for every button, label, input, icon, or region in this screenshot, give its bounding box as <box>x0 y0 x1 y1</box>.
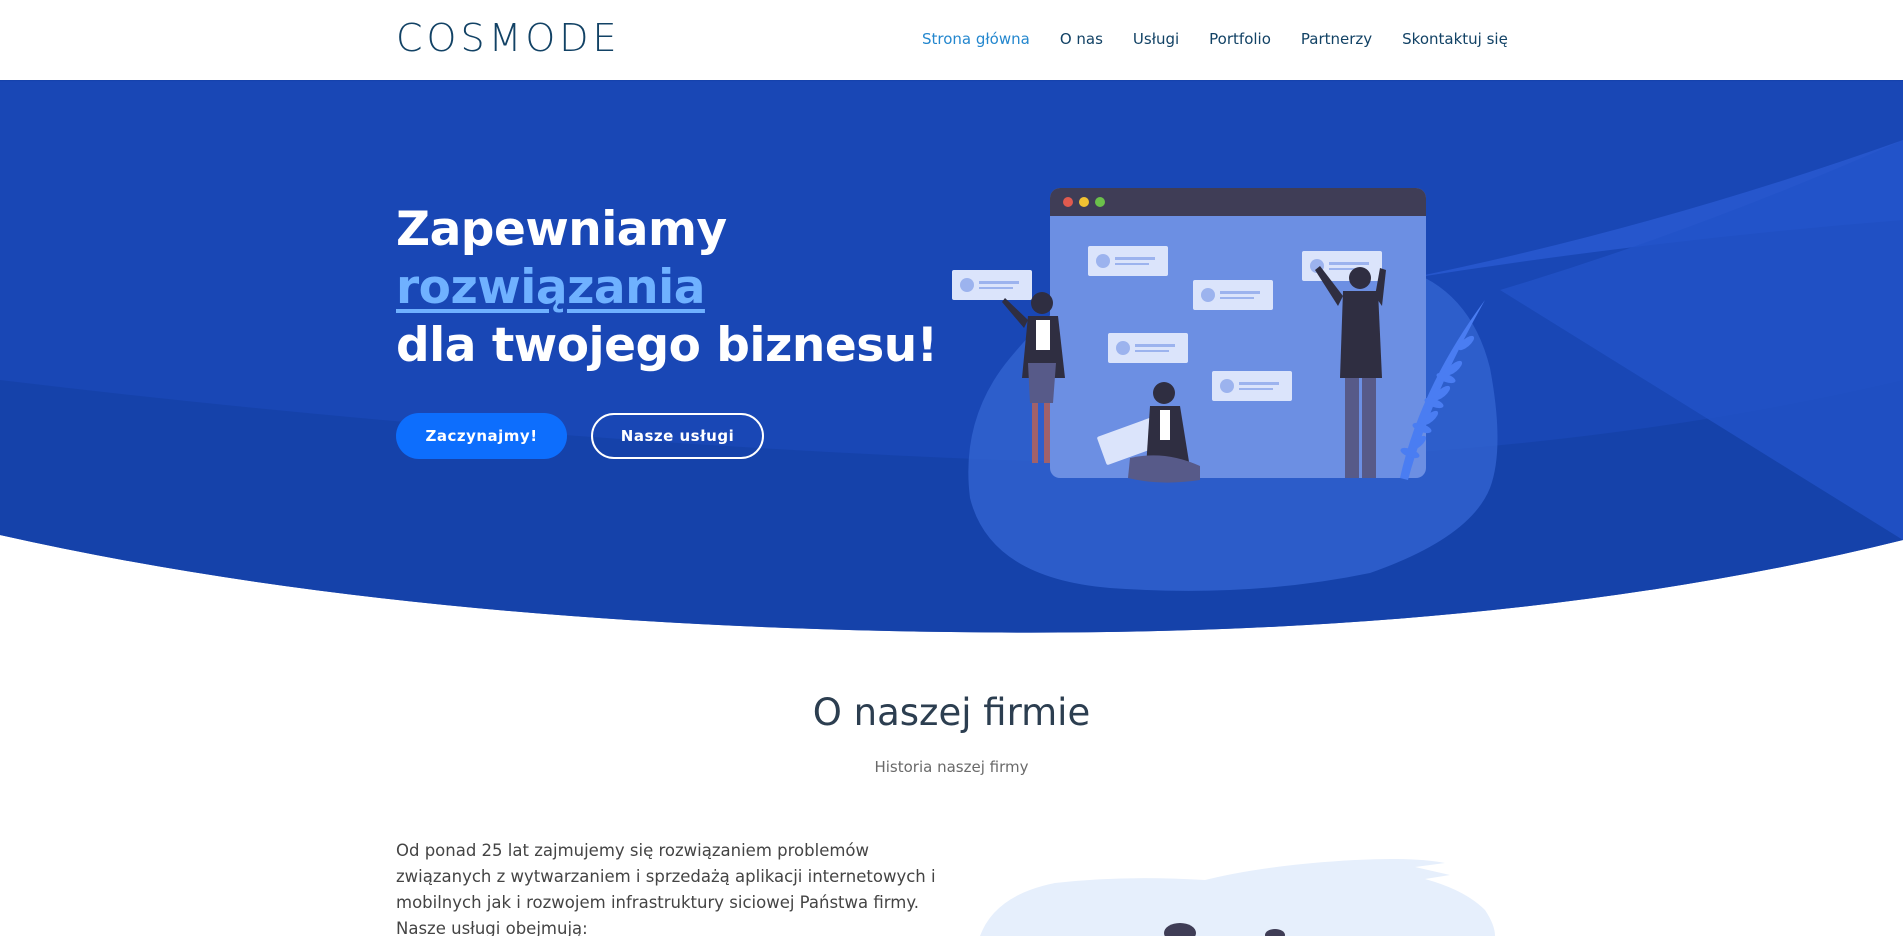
nav-item-about[interactable]: O nas <box>1060 30 1103 48</box>
nav-item-portfolio[interactable]: Portfolio <box>1209 30 1271 48</box>
nav-item-services[interactable]: Usługi <box>1133 30 1179 48</box>
nav-item-partners[interactable]: Partnerzy <box>1301 30 1372 48</box>
about-illustration <box>980 859 1495 936</box>
hero-title-accent: rozwiązania <box>396 260 705 315</box>
get-started-button[interactable]: Zaczynajmy! <box>396 413 567 459</box>
hero-section: Zapewniamy rozwiązania dla twojego bizne… <box>0 80 1903 640</box>
about-subtitle: Historia naszej firmy <box>874 758 1029 776</box>
nav-item-contact[interactable]: Skontaktuj się <box>1402 30 1508 48</box>
nav-item-home[interactable]: Strona główna <box>922 30 1030 48</box>
about-title: O naszej firmie <box>812 691 1091 734</box>
team-board-illustration <box>952 188 1498 591</box>
site-header: COSMODE Strona główna O nas Usługi Portf… <box>0 0 1903 80</box>
logo[interactable]: COSMODE <box>396 16 621 60</box>
hero-title-line3: dla twojego biznesu! <box>396 318 938 373</box>
hero-title-line1: Zapewniamy <box>396 202 727 257</box>
about-body-text: Od ponad 25 lat zajmujemy się rozwiązani… <box>396 841 936 936</box>
our-services-button[interactable]: Nasze usługi <box>591 413 764 459</box>
main-nav: Strona główna O nas Usługi Portfolio Par… <box>922 30 1538 48</box>
hero-title: Zapewniamy rozwiązania dla twojego bizne… <box>396 201 938 375</box>
